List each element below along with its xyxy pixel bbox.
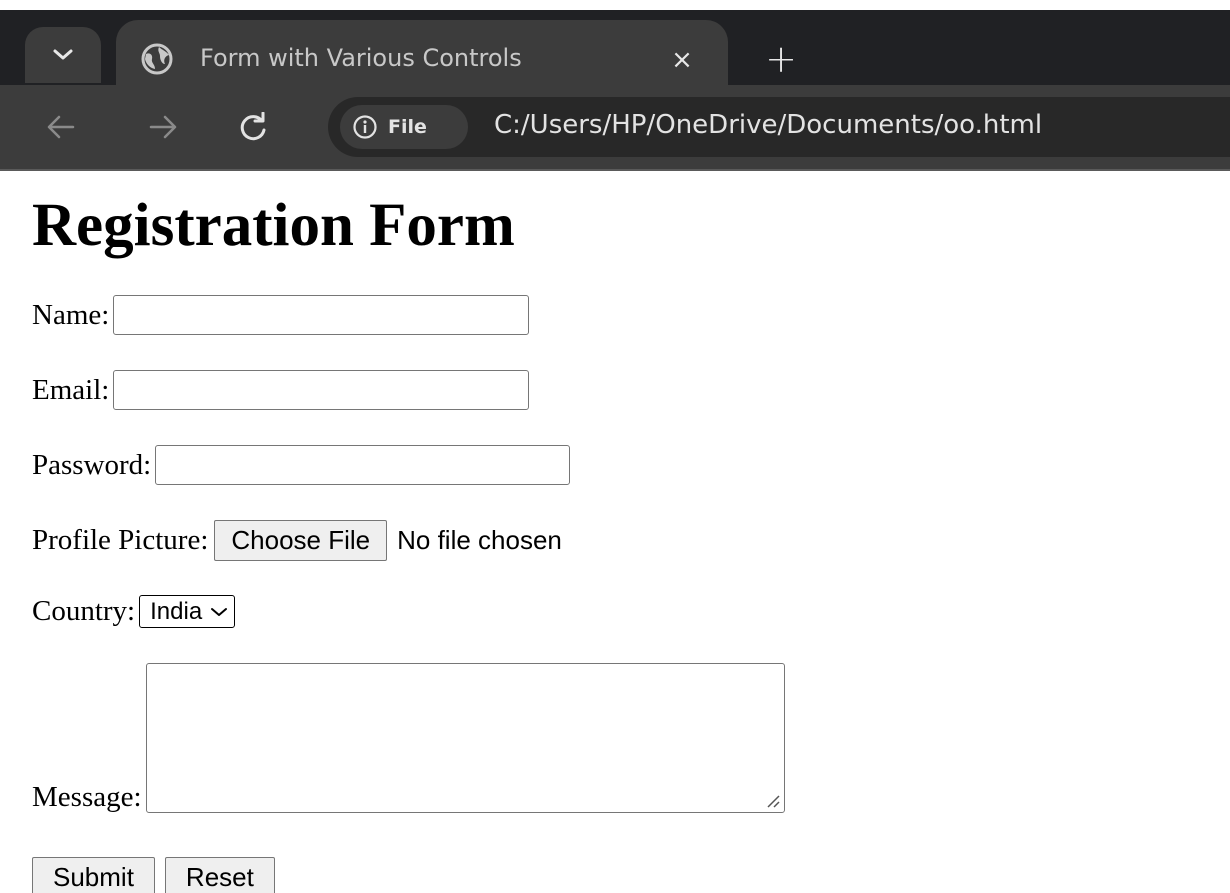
reload-icon	[240, 112, 266, 141]
site-chip-label: File	[388, 116, 427, 138]
plus-icon[interactable]: +	[756, 34, 806, 84]
form-actions: Submit Reset	[32, 857, 275, 893]
browser-toolbar: File C:/Users/HP/OneDrive/Documents/oo.h…	[0, 85, 1230, 169]
active-tab[interactable]: Form with Various Controls ×	[116, 20, 728, 95]
tab-strip: Form with Various Controls × +	[0, 10, 1230, 95]
message-label: Message:	[32, 781, 142, 813]
email-input[interactable]	[113, 370, 530, 410]
reset-button[interactable]: Reset	[164, 857, 275, 893]
forward-arrow-icon	[149, 115, 177, 139]
page-title: Registration Form	[32, 192, 515, 259]
chevron-down-icon	[211, 607, 228, 616]
name-row: Name:	[32, 295, 530, 335]
profile-picture-label: Profile Picture:	[32, 524, 209, 556]
tab-title: Form with Various Controls	[200, 44, 522, 72]
submit-button[interactable]: Submit	[32, 857, 155, 893]
email-label: Email:	[32, 373, 110, 406]
info-icon	[353, 115, 377, 139]
close-icon[interactable]: ×	[662, 40, 702, 80]
profile-picture-row: Profile Picture: Choose File No file cho…	[32, 520, 562, 561]
globe-icon	[141, 43, 173, 75]
address-bar[interactable]: File C:/Users/HP/OneDrive/Documents/oo.h…	[328, 97, 1230, 157]
password-input[interactable]	[155, 445, 571, 485]
password-label: Password:	[32, 448, 152, 481]
site-info-chip[interactable]: File	[340, 105, 468, 149]
email-row: Email:	[32, 370, 530, 410]
back-button[interactable]	[36, 102, 86, 152]
forward-button[interactable]	[138, 102, 188, 152]
message-row: Message:	[32, 663, 785, 813]
country-label: Country:	[32, 595, 136, 627]
country-select[interactable]: India	[139, 595, 236, 628]
reload-button[interactable]	[228, 102, 278, 152]
window-top-edge	[0, 0, 1230, 10]
country-selected-value: India	[150, 597, 203, 625]
chevron-down-icon	[53, 49, 73, 60]
password-row: Password:	[32, 445, 571, 485]
resize-grip-icon[interactable]	[764, 792, 780, 808]
message-textarea[interactable]	[145, 663, 785, 813]
name-label: Name:	[32, 298, 110, 331]
file-status-text: No file chosen	[397, 525, 562, 555]
choose-file-button[interactable]: Choose File	[214, 520, 388, 561]
toolbar-divider	[0, 169, 1230, 171]
back-arrow-icon	[47, 115, 75, 139]
country-row: Country: India	[32, 595, 236, 628]
name-input[interactable]	[113, 295, 530, 335]
tab-search-button[interactable]	[25, 27, 101, 83]
url-text[interactable]: C:/Users/HP/OneDrive/Documents/oo.html	[494, 110, 1042, 140]
